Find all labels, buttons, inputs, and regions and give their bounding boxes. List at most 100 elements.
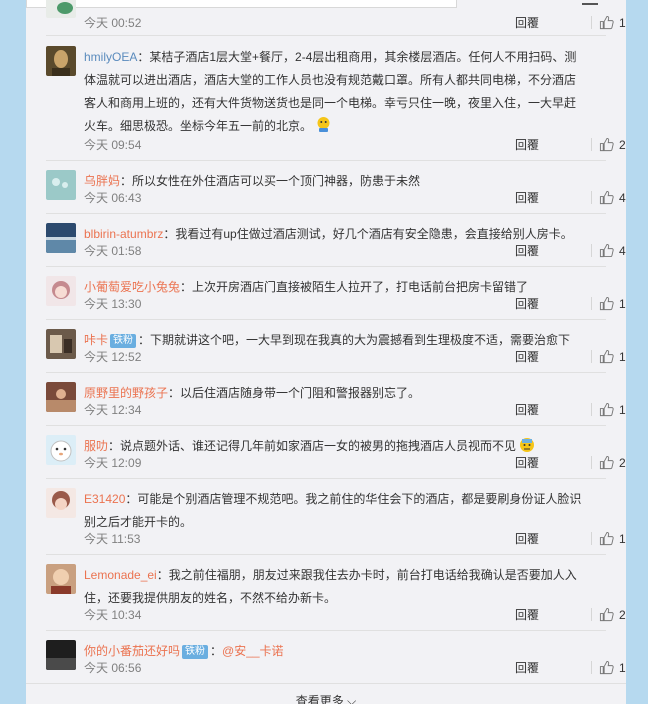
comment-text: E31420：可能是个别酒店管理不规范吧。我之前住的华住会下的酒店，都是要刷身份… — [84, 488, 586, 534]
divider — [46, 319, 606, 320]
separator — [591, 608, 592, 621]
see-more-label: 查看更多 — [295, 694, 344, 704]
comment-time: 今天 12:52 — [84, 350, 142, 364]
like-count: 1 — [619, 532, 626, 546]
username-link[interactable]: 小葡萄爱吃小兔兔 — [84, 280, 180, 294]
thumbs-up-icon[interactable] — [599, 349, 614, 364]
comment-text: blbirin-atumbrz：我看过有up住做过酒店测试，好几个酒店有安全隐患… — [84, 223, 586, 246]
comment-text: 小葡萄爱吃小兔兔：上次开房酒店门直接被陌生人拉开了，打电话前台把房卡留错了 — [84, 276, 586, 299]
reply-button[interactable]: 回覆 — [515, 296, 539, 312]
username-link[interactable]: 咔卡 — [84, 333, 108, 347]
thumbs-up-icon[interactable] — [599, 402, 614, 417]
comment-time: 今天 06:43 — [84, 191, 142, 205]
like-count: 2 — [619, 608, 626, 622]
thumbs-up-icon[interactable] — [599, 137, 614, 152]
divider — [46, 372, 606, 373]
comment-text: 咔卡 铁粉 ：下期就讲这个吧，一大早到现在我真的大为震撼看到生理极度不适，需要治愈下 — [84, 329, 586, 352]
reply-button[interactable]: 回覆 — [515, 349, 539, 365]
like-count: 4 — [619, 191, 626, 205]
separator — [591, 532, 592, 545]
avatar[interactable] — [46, 276, 76, 306]
reply-button[interactable]: 回覆 — [515, 607, 539, 623]
divider — [46, 35, 606, 36]
avatar[interactable] — [46, 435, 76, 465]
separator — [591, 138, 592, 151]
separator — [591, 456, 592, 469]
thumbs-up-icon[interactable] — [599, 531, 614, 546]
thumbs-up-icon[interactable] — [599, 296, 614, 311]
divider — [46, 554, 606, 555]
username-link[interactable]: hmilyOEA — [84, 50, 137, 64]
mention-link[interactable]: @安__卡诺 — [222, 644, 284, 658]
comment-time: 今天 06:56 — [84, 661, 142, 675]
divider — [46, 213, 606, 214]
reply-button[interactable]: 回覆 — [515, 660, 539, 676]
comment-time: 今天 12:09 — [84, 456, 142, 470]
comment-time: 今天 01:58 — [84, 244, 142, 258]
comment-item: 今天 00:52 回覆 1 — [46, 0, 626, 31]
comment-text: 原野里的野孩子：以后住酒店随身带一个门阻和警报器别忘了。 — [84, 382, 586, 405]
comment-content: ：所以女性在外住酒店可以买一个顶门神器，防患于未然 — [120, 174, 421, 188]
like-count: 1 — [619, 661, 626, 675]
fan-badge: 铁粉 — [110, 334, 137, 348]
comment-time: 今天 12:34 — [84, 403, 142, 417]
avatar[interactable] — [46, 170, 76, 200]
username-link[interactable]: Lemonade_ei — [84, 568, 157, 582]
like-count: 2 — [619, 456, 626, 470]
separator — [591, 661, 592, 674]
thumbs-up-icon[interactable] — [599, 15, 614, 30]
comment-content: ：我看过有up住做过酒店测试，好几个酒店有安全隐患，会直接给别人房卡。 — [163, 227, 573, 241]
thumbs-up-icon[interactable] — [599, 607, 614, 622]
username-link[interactable]: 原野里的野孩子 — [84, 386, 168, 400]
reply-button[interactable]: 回覆 — [515, 15, 539, 31]
avatar[interactable] — [46, 329, 76, 359]
reply-button[interactable]: 回覆 — [515, 455, 539, 471]
like-count: 4 — [619, 244, 626, 258]
comment-panel: 今天 00:52 回覆 1 hmilyOEA：某桔子酒店1层大堂+餐厅，2-4层… — [26, 0, 626, 704]
thumbs-up-icon[interactable] — [599, 190, 614, 205]
comment-text: 服叻：说点题外话、谁还记得几年前如家酒店一女的被男的拖拽酒店人员视而不见 — [84, 435, 586, 461]
divider — [46, 478, 606, 479]
reply-button[interactable]: 回覆 — [515, 402, 539, 418]
reply-button[interactable]: 回覆 — [515, 243, 539, 259]
username-link[interactable]: 乌胖妈 — [84, 174, 120, 188]
avatar[interactable] — [46, 46, 76, 76]
reply-button[interactable]: 回覆 — [515, 531, 539, 547]
separator — [591, 191, 592, 204]
avatar[interactable] — [46, 488, 76, 518]
like-count: 1 — [619, 403, 626, 417]
thumbs-up-icon[interactable] — [599, 243, 614, 258]
like-count: 1 — [619, 16, 626, 30]
comment-time: 今天 10:34 — [84, 608, 142, 622]
comment-content: ：下期就讲这个吧，一大早到现在我真的大为震撼看到生理极度不适，需要治愈下 — [138, 333, 571, 347]
reply-button[interactable]: 回覆 — [515, 190, 539, 206]
avatar[interactable] — [46, 223, 76, 253]
username-link[interactable]: E31420 — [84, 492, 125, 506]
like-count: 2 — [619, 138, 626, 152]
username-link[interactable]: blbirin-atumbrz — [84, 227, 163, 241]
chevron-down-icon: ⌵ — [347, 694, 357, 704]
separator — [591, 16, 592, 29]
avatar[interactable] — [46, 640, 76, 670]
comment-time: 今天 09:54 — [84, 138, 142, 152]
avatar[interactable] — [46, 0, 76, 18]
thumbs-up-icon[interactable] — [599, 455, 614, 470]
thumbs-up-icon[interactable] — [599, 660, 614, 675]
comment-content: ：说点题外话、谁还记得几年前如家酒店一女的被男的拖拽酒店人员视而不见 — [108, 439, 517, 453]
username-link[interactable]: 你的小番茄还好吗 — [84, 644, 180, 658]
separator — [591, 403, 592, 416]
comment-content: ：上次开房酒店门直接被陌生人拉开了，打电话前台把房卡留错了 — [180, 280, 529, 294]
see-more-button[interactable]: 查看更多 ⌵ — [26, 683, 626, 704]
username-link[interactable]: 服叻 — [84, 439, 108, 453]
comment-content: ：以后住酒店随身带一个门阻和警报器别忘了。 — [168, 386, 421, 400]
comment-text: Lemonade_ei：我之前住福朋，朋友过来跟我住去办卡时，前台打电话给我确认… — [84, 564, 586, 610]
comment-time: 今天 13:30 — [84, 297, 142, 311]
emoji-icon — [315, 116, 332, 141]
separator — [591, 297, 592, 310]
avatar[interactable] — [46, 382, 76, 412]
avatar[interactable] — [46, 564, 76, 594]
comment-content: ： — [210, 644, 223, 658]
comment-text: hmilyOEA：某桔子酒店1层大堂+餐厅，2-4层出租商用，其余楼层酒店。任何… — [84, 46, 586, 141]
divider — [46, 160, 606, 161]
reply-button[interactable]: 回覆 — [515, 137, 539, 153]
